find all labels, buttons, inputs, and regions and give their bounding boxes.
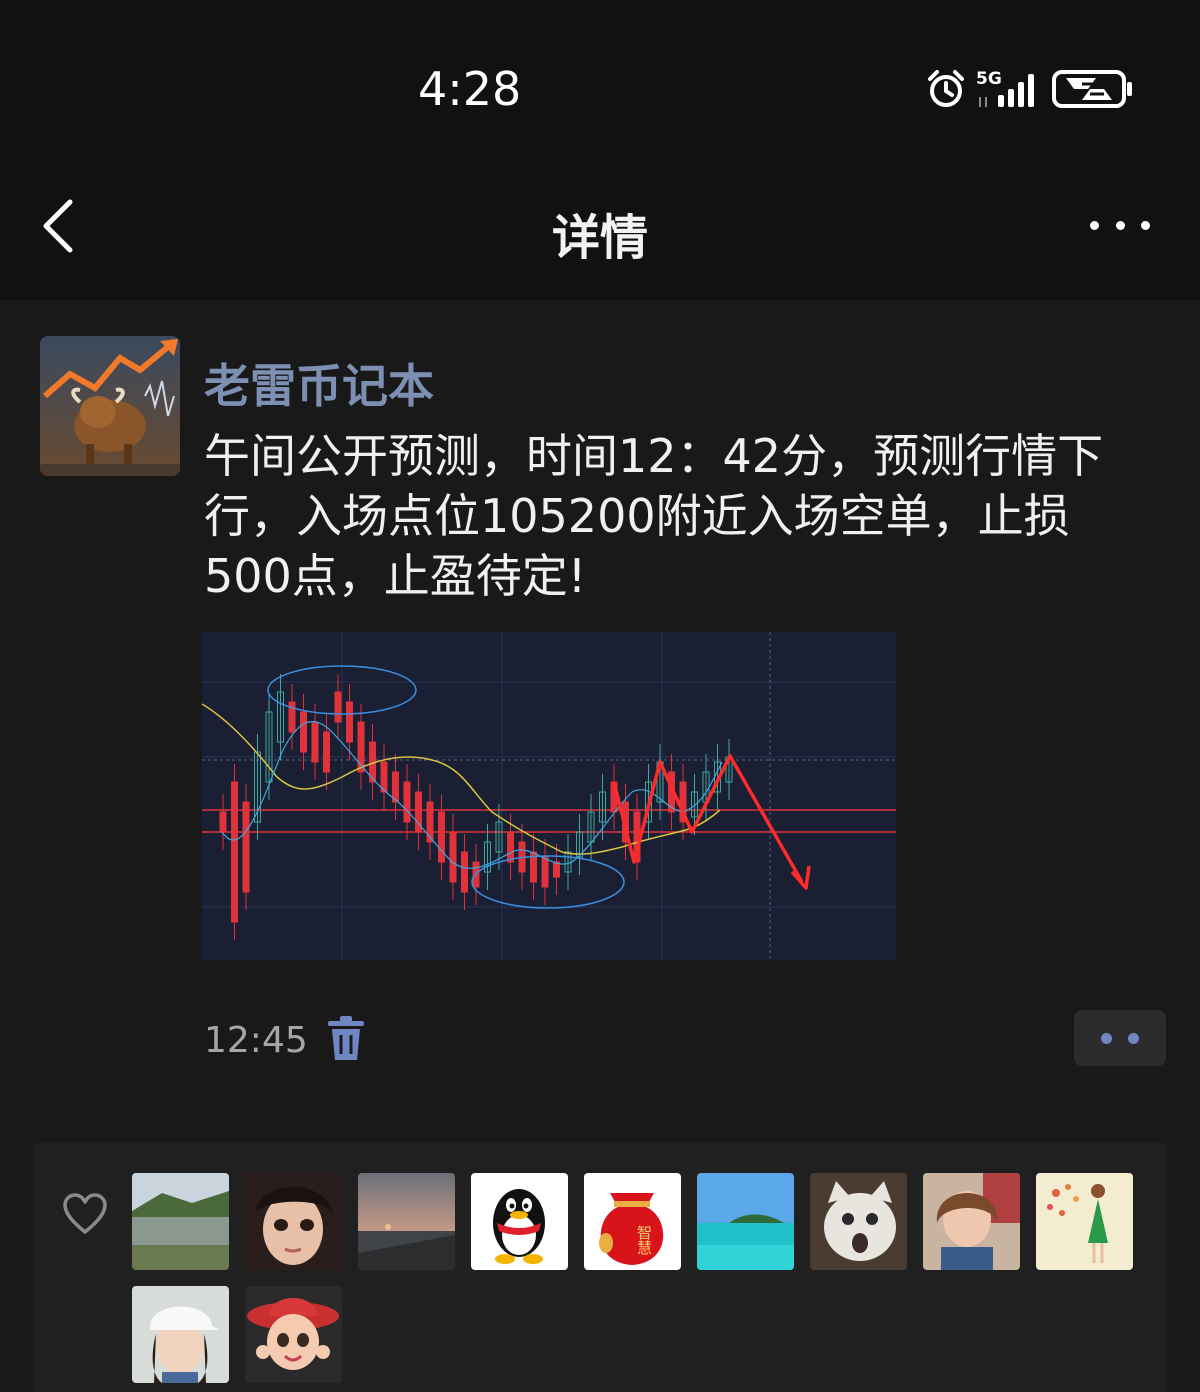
sea-island-avatar [697,1173,794,1270]
page-title: 详情 [551,210,648,266]
candle-body [403,781,411,823]
liker-avatar-11[interactable] [245,1286,342,1383]
liker-avatar-10[interactable] [132,1286,229,1383]
status-time: 4:28 [418,62,522,116]
nav-bar: 详情 [0,160,1200,300]
comment-dots-icon [1101,1032,1112,1044]
liker-avatar-1[interactable] [132,1173,229,1270]
status-icons: 5G [926,66,1134,112]
liker-avatar-7[interactable] [810,1173,907,1270]
cartoon-red-hat-girl-avatar [245,1286,342,1383]
author-avatar[interactable] [40,336,180,476]
candle-body [231,781,238,923]
child-portrait-avatar [923,1173,1020,1270]
trash-icon [328,1016,364,1060]
candle-body [426,801,434,843]
candle-body [300,711,307,753]
liker-avatar-8[interactable] [923,1173,1020,1270]
green-dress-illustration-avatar [1036,1173,1133,1270]
liker-avatar-6[interactable] [697,1173,794,1270]
battery-saver-icon [1052,70,1132,108]
candle-body [242,801,250,893]
bull-chart-avatar [40,336,180,476]
likes-panel: 智慧 [34,1142,1166,1392]
comment-button[interactable] [1074,1010,1166,1066]
more-dots-icon [1090,220,1099,230]
liker-avatar-9[interactable] [1036,1173,1133,1270]
candle-body [541,856,549,888]
more-button[interactable] [1090,210,1150,240]
candle-body [323,731,330,773]
lake-landscape-avatar [132,1173,229,1270]
delete-button[interactable] [326,1016,366,1062]
candle-body [346,701,353,743]
candle-body [219,811,227,833]
liker-avatar-2[interactable] [245,1173,342,1270]
heart-outline-icon [63,1193,107,1234]
woman-cap-avatar [132,1286,229,1383]
candle-body [553,861,560,878]
sunset-bridge-avatar [358,1173,455,1270]
post-image[interactable] [201,632,896,960]
post-time: 12:45 [204,1020,308,1061]
candle-body [438,811,445,863]
candle-body [449,831,457,883]
girl-face-avatar [245,1173,342,1270]
liker-avatar-4[interactable] [471,1173,568,1270]
liker-avatar-3[interactable] [358,1173,455,1270]
candle-body [334,691,342,723]
liker-avatar-5[interactable]: 智慧 [584,1173,681,1270]
candlestick-chart-image [201,632,896,960]
candle-body [311,721,319,763]
status-bar: 4:28 5G [0,0,1200,160]
white-cat-avatar [810,1173,907,1270]
qq-penguin-avatar [471,1173,568,1270]
candle-body [507,831,514,863]
lucky-bag-label: 智慧 [635,1224,653,1255]
alarm-icon [928,70,964,107]
post-text: 午间公开预测，时间12：42分，预测行情下行，入场点位105200附近入场空单，… [204,429,1104,603]
candle-body [461,851,468,893]
author-name[interactable]: 老雷币记本 [204,350,434,416]
red-lucky-bag-avatar: 智慧 [584,1173,681,1270]
signal-icon: 5G [976,69,1042,109]
